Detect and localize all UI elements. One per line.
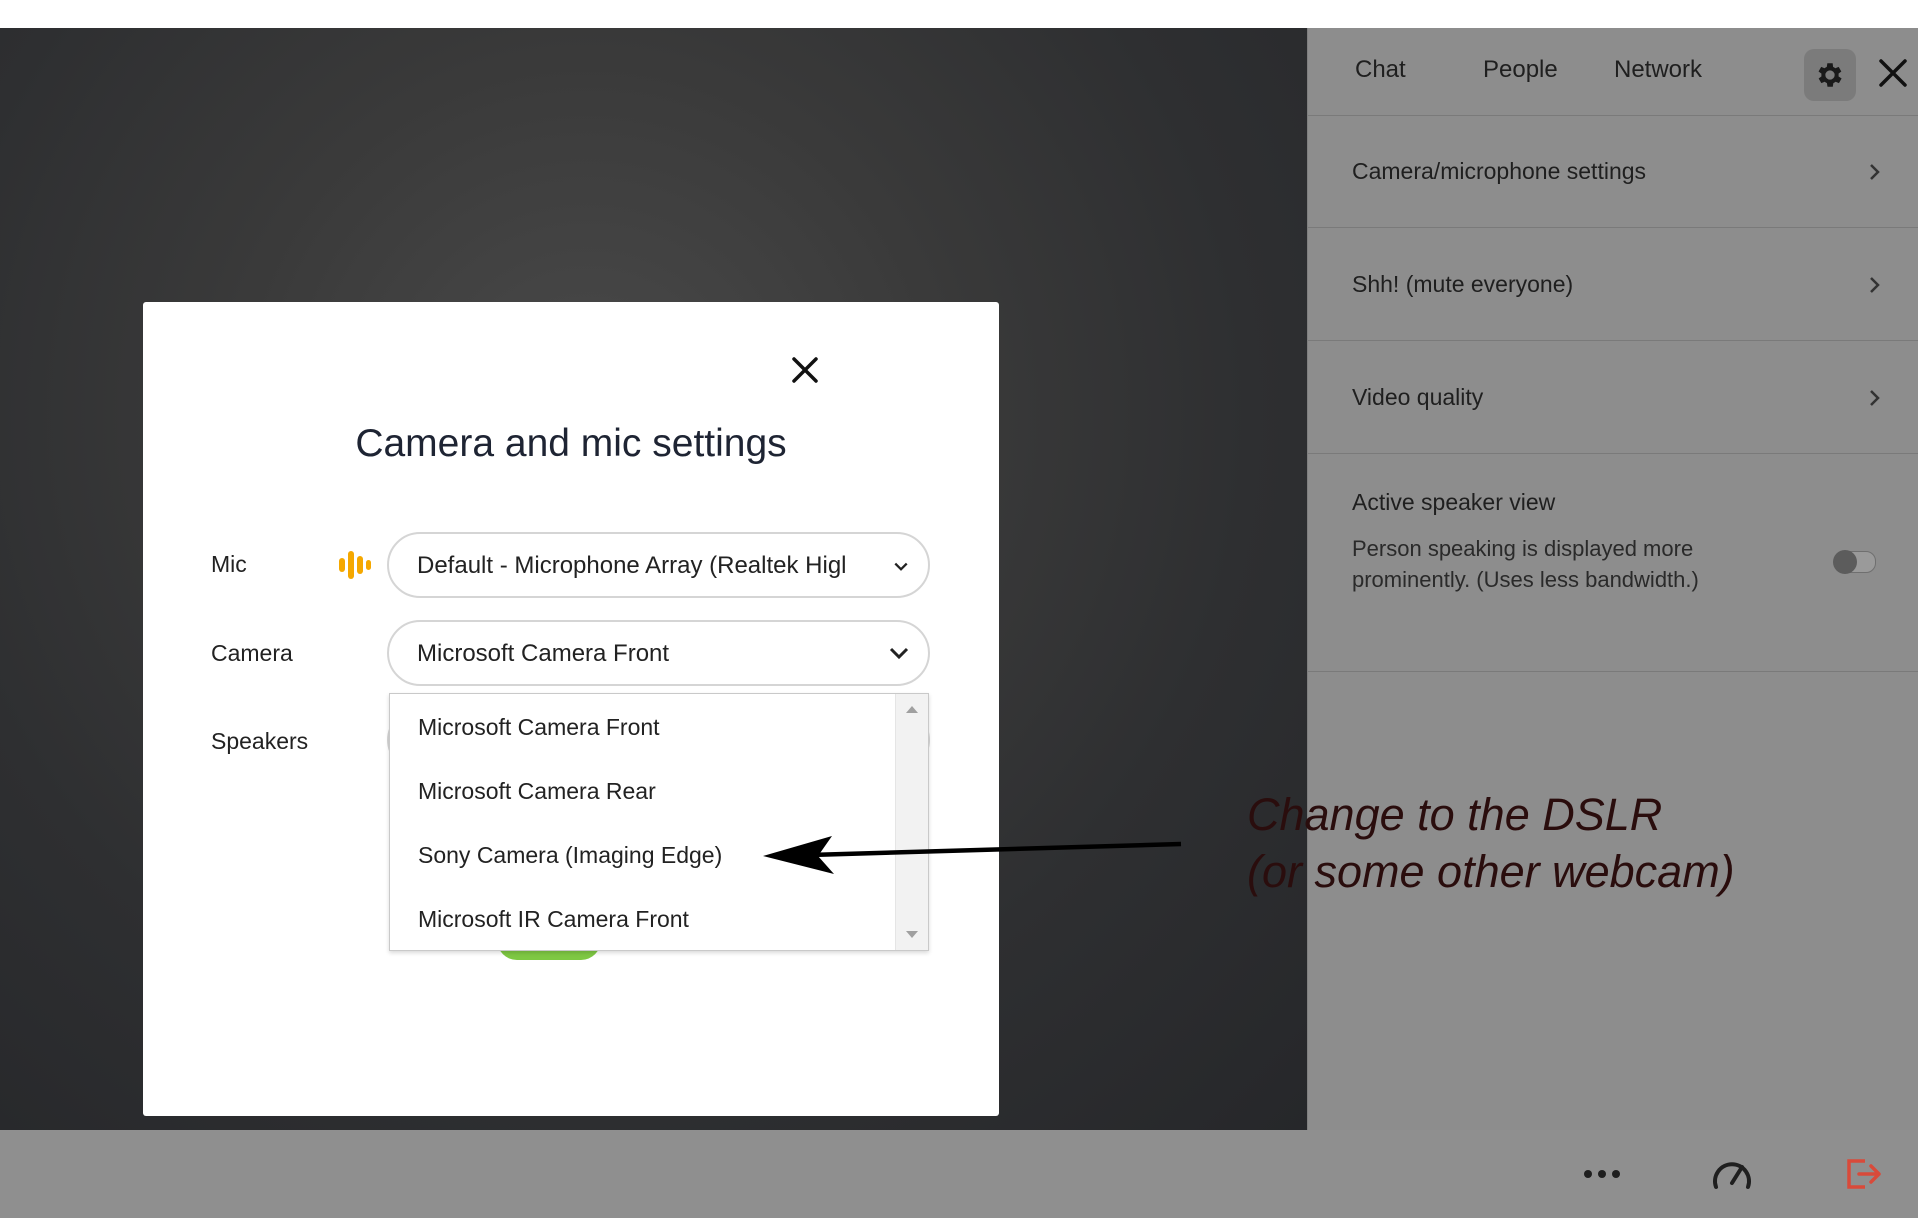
gear-icon — [1818, 63, 1842, 87]
scroll-up-arrow-icon[interactable] — [905, 704, 919, 714]
menu-mute-everyone[interactable]: Shh! (mute everyone) — [1308, 229, 1918, 341]
active-speaker-title: Active speaker view — [1352, 489, 1556, 515]
speed-gauge-icon — [1713, 1162, 1751, 1189]
dialog-title: Camera and mic settings — [355, 422, 787, 465]
mic-level-icon — [339, 551, 371, 579]
tab-chat[interactable]: Chat — [1355, 56, 1406, 84]
camera-option-sony[interactable]: Sony Camera (Imaging Edge) — [418, 842, 722, 869]
active-speaker-section: Active speaker view Person speaking is d… — [1308, 453, 1918, 672]
camera-select-value: Microsoft Camera Front — [417, 640, 670, 667]
side-panel: Chat People Network Camera/microphone se… — [1307, 28, 1918, 1130]
menu-video-quality[interactable]: Video quality — [1308, 342, 1918, 454]
chevron-right-icon — [1870, 164, 1880, 180]
close-dialog-icon[interactable] — [785, 350, 825, 390]
camera-dropdown-list: Microsoft Camera Front Microsoft Camera … — [389, 693, 929, 951]
menu-label: Video quality — [1352, 384, 1484, 410]
camera-option-rear[interactable]: Microsoft Camera Rear — [418, 778, 656, 805]
scroll-down-arrow-icon[interactable] — [905, 930, 919, 940]
settings-button[interactable] — [1804, 49, 1856, 101]
menu-camera-mic-settings[interactable]: Camera/microphone settings — [1308, 116, 1918, 228]
menu-label: Shh! (mute everyone) — [1352, 271, 1574, 297]
bottom-toolbar — [0, 1130, 1918, 1218]
camera-select[interactable]: Microsoft Camera Front — [387, 620, 930, 686]
network-speed-button[interactable] — [1708, 1150, 1756, 1198]
panel-tabs: Chat People Network — [1308, 28, 1918, 116]
mic-select-value: Default - Microphone Array (Realtek Higl — [417, 552, 847, 579]
chevron-down-icon — [894, 562, 908, 571]
dropdown-scrollbar[interactable] — [895, 694, 928, 950]
chevron-down-icon — [889, 647, 909, 660]
annotation-note: Change to the DSLR (or some other webcam… — [1247, 786, 1735, 900]
camera-label: Camera — [211, 640, 293, 666]
menu-label: Camera/microphone settings — [1352, 158, 1647, 184]
tab-people[interactable]: People — [1483, 56, 1558, 84]
tab-network[interactable]: Network — [1614, 56, 1702, 84]
mic-select[interactable]: Default - Microphone Array (Realtek Higl — [387, 532, 930, 598]
more-icon — [1584, 1170, 1620, 1178]
mic-label: Mic — [211, 551, 247, 577]
close-panel-icon[interactable] — [1873, 53, 1913, 93]
active-speaker-toggle[interactable] — [1833, 550, 1876, 574]
more-button[interactable] — [1578, 1150, 1626, 1198]
speakers-label: Speakers — [211, 728, 309, 754]
top-bar — [0, 0, 1918, 28]
leave-call-button[interactable] — [1841, 1150, 1889, 1198]
camera-option-ir-front[interactable]: Microsoft IR Camera Front — [418, 906, 689, 933]
chevron-right-icon — [1870, 277, 1880, 293]
annotation-line-2: (or some other webcam) — [1247, 846, 1735, 897]
toggle-knob — [1833, 550, 1857, 574]
active-speaker-description: Person speaking is displayed more promin… — [1352, 536, 1699, 592]
camera-option-front[interactable]: Microsoft Camera Front — [418, 714, 660, 741]
leave-icon — [1847, 1159, 1881, 1189]
chevron-right-icon — [1870, 390, 1880, 406]
annotation-line-1: Change to the DSLR — [1247, 789, 1663, 840]
